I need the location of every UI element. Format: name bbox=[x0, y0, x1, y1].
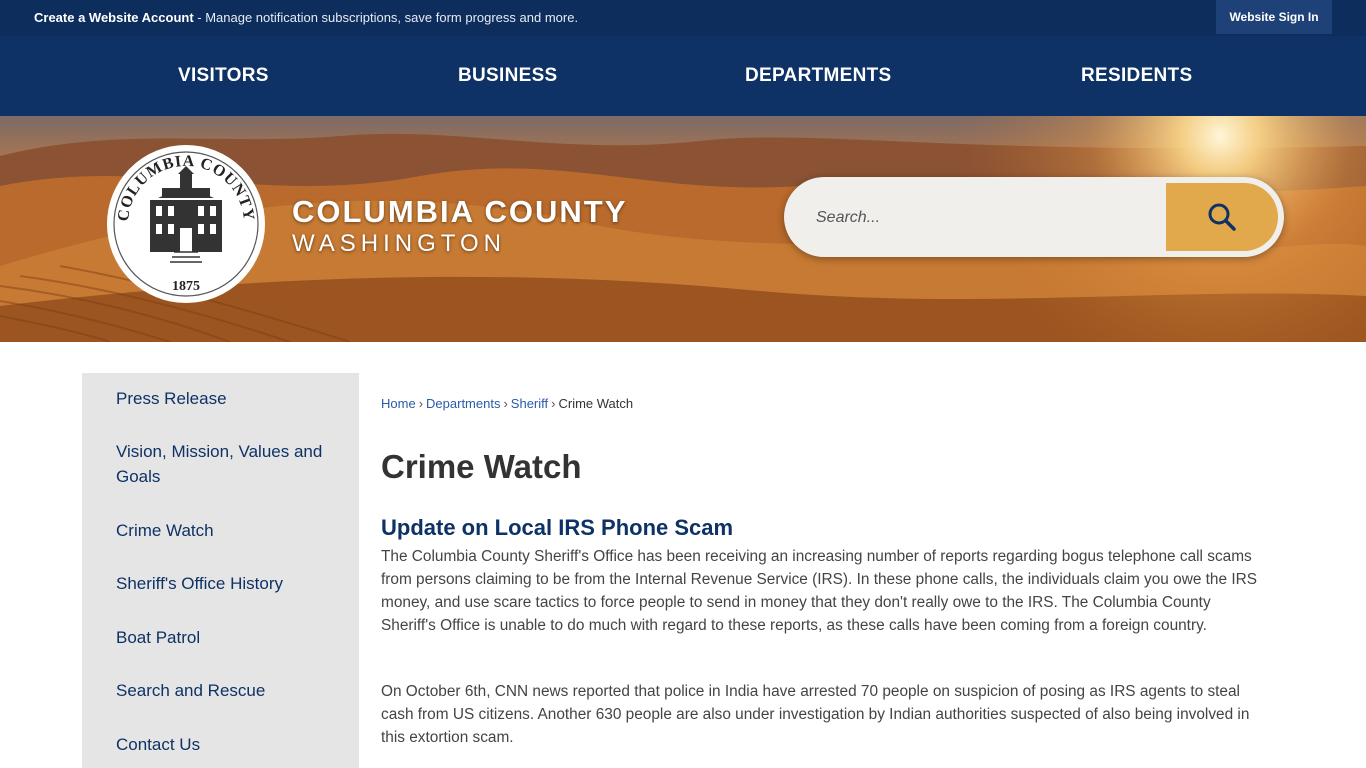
search-button[interactable] bbox=[1166, 183, 1278, 251]
account-notice: Create a Website Account - Manage notifi… bbox=[34, 10, 578, 25]
page-title: Crime Watch bbox=[381, 448, 582, 485]
article-title: Update on Local IRS Phone Scam bbox=[381, 515, 734, 540]
sidebar-item-contact-us[interactable]: Contact Us bbox=[116, 732, 336, 757]
breadcrumb-separator: › bbox=[503, 396, 508, 411]
county-name: COLUMBIA COUNTY bbox=[292, 194, 628, 229]
sidebar-item-crime-watch[interactable]: Crime Watch bbox=[116, 518, 336, 543]
nav-business[interactable]: BUSINESS bbox=[458, 36, 558, 116]
county-seal-logo[interactable]: COLUMBIA COUNTY 1875 bbox=[106, 144, 266, 304]
sidebar-nav: Press Release Vision, Mission, Values an… bbox=[82, 373, 359, 768]
article-paragraph-2: On October 6th, CNN news reported that p… bbox=[381, 683, 1250, 746]
seal-year: 1875 bbox=[172, 279, 200, 294]
search-input[interactable] bbox=[814, 197, 1158, 239]
header-banner: COLUMBIA COUNTY 1875 COLUMBIA COUNTY WAS… bbox=[0, 116, 1366, 342]
sidebar-item-boat-patrol[interactable]: Boat Patrol bbox=[116, 625, 336, 650]
utility-bar: Create a Website Account - Manage notifi… bbox=[0, 0, 1366, 36]
account-notice-text: - Manage notification subscriptions, sav… bbox=[193, 10, 579, 25]
breadcrumb-sheriff[interactable]: Sheriff bbox=[511, 396, 548, 411]
nav-residents[interactable]: RESIDENTS bbox=[1081, 36, 1192, 116]
main-navigation: VISITORS BUSINESS DEPARTMENTS RESIDENTS bbox=[0, 36, 1366, 116]
website-sign-in-button[interactable]: Website Sign In bbox=[1216, 0, 1332, 34]
create-account-link[interactable]: Create a Website Account bbox=[34, 10, 194, 25]
breadcrumb-current: Crime Watch bbox=[558, 396, 634, 411]
site-search bbox=[784, 177, 1284, 257]
search-icon bbox=[1208, 203, 1236, 231]
sidebar-item-press-release[interactable]: Press Release bbox=[116, 386, 336, 411]
nav-departments[interactable]: DEPARTMENTS bbox=[745, 36, 892, 116]
article-paragraph-1: The Columbia County Sheriff's Office has… bbox=[381, 548, 1257, 634]
breadcrumb-home[interactable]: Home bbox=[381, 396, 416, 411]
sidebar-item-office-history[interactable]: Sheriff's Office History bbox=[116, 571, 336, 596]
state-name: WASHINGTON bbox=[292, 230, 507, 257]
breadcrumb-separator: › bbox=[551, 396, 556, 411]
breadcrumb-separator: › bbox=[418, 396, 424, 411]
sidebar-item-vision-mission[interactable]: Vision, Mission, Values and Goals bbox=[116, 439, 336, 489]
breadcrumb: Home › Departments › Sheriff › Crime Watch bbox=[381, 396, 633, 411]
nav-visitors[interactable]: VISITORS bbox=[178, 36, 269, 116]
breadcrumb-departments[interactable]: Departments bbox=[426, 396, 500, 411]
sidebar-item-search-rescue[interactable]: Search and Rescue bbox=[116, 678, 336, 703]
